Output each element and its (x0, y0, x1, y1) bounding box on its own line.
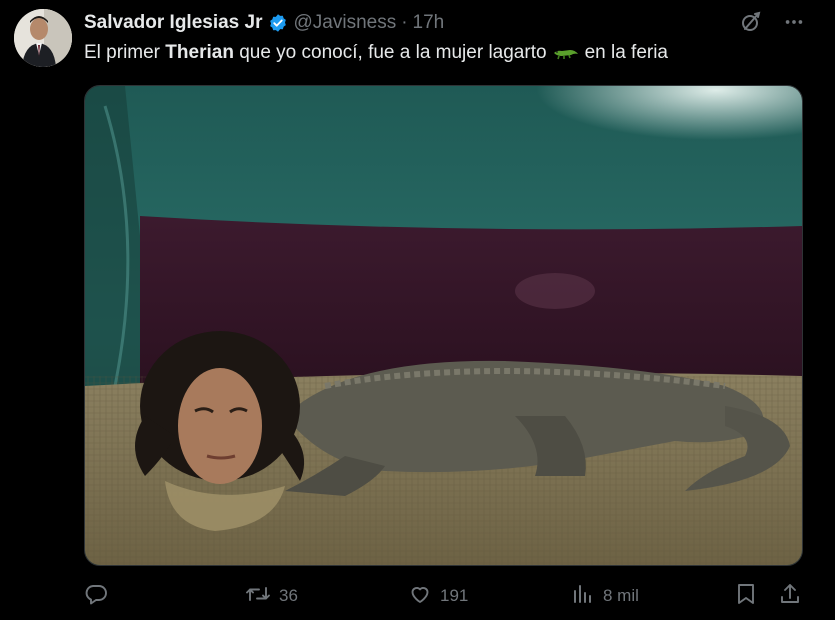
tweet-actions-bar: 36 191 8 mil (0, 578, 835, 614)
tweet-text-part2: que yo conocí, fue a la mujer lagarto (233, 42, 547, 63)
tweet-text-part1: El primer (84, 42, 166, 63)
share-icon (778, 582, 802, 611)
tweet[interactable]: Salvador Iglesias Jr @Javisness · 17h El… (0, 0, 835, 620)
like-button[interactable]: 191 (408, 578, 468, 614)
heart-icon (408, 582, 432, 611)
header-actions (739, 10, 805, 34)
views-icon (571, 582, 595, 611)
retweet-button[interactable]: 36 (245, 578, 298, 614)
author-display-name[interactable]: Salvador Iglesias Jr (84, 12, 263, 34)
bookmark-icon (735, 582, 757, 611)
retweet-count: 36 (279, 586, 298, 605)
views-count: 8 mil (603, 586, 639, 605)
tweet-timestamp[interactable]: 17h (413, 12, 445, 34)
author-handle[interactable]: @Javisness (294, 12, 397, 34)
bookmark-button[interactable] (735, 578, 757, 614)
tweet-text-bold: Therian (165, 42, 234, 63)
reply-icon (84, 582, 108, 611)
retweet-icon (245, 582, 271, 611)
more-icon[interactable] (783, 11, 805, 33)
separator-dot: · (401, 12, 408, 33)
tweet-photo[interactable] (84, 85, 803, 566)
grok-icon[interactable] (739, 10, 763, 34)
share-button[interactable] (778, 578, 802, 614)
reply-button[interactable] (84, 578, 108, 614)
tweet-text: El primer Therian que yo conocí, fue a l… (84, 42, 668, 64)
like-count: 191 (440, 586, 469, 605)
tweet-header: Salvador Iglesias Jr @Javisness · 17h (84, 10, 444, 36)
avatar[interactable] (14, 9, 72, 67)
views-button[interactable]: 8 mil (571, 578, 639, 614)
verified-badge-icon (268, 13, 288, 33)
crocodile-emoji-icon (553, 45, 579, 61)
tweet-text-part3: en la feria (584, 42, 669, 63)
